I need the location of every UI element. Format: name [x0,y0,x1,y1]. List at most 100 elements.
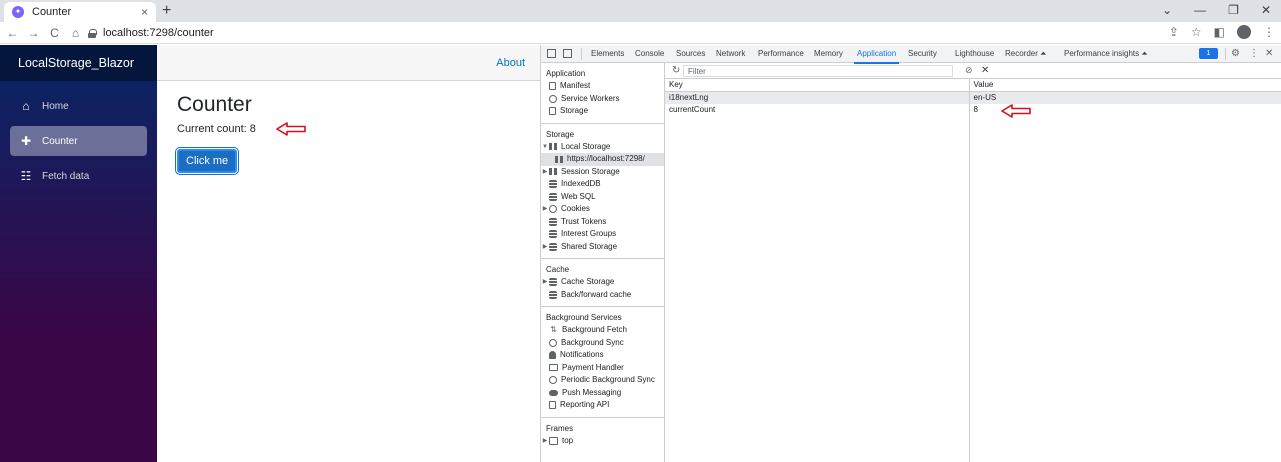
side-panel-icon[interactable]: ◧ [1214,25,1225,39]
tree-item-indexeddb[interactable]: IndexedDB [541,178,664,191]
tree-item-payment-handler[interactable]: Payment Handler [541,362,664,375]
forward-arrow-icon[interactable]: → [25,26,42,40]
minimize-button[interactable]: — [1194,3,1206,17]
key-cell[interactable]: currentCount [665,103,970,115]
sidebar: LocalStorage_Blazor ⌂ Home ✚ Counter ☷ F… [0,45,157,462]
bookmark-star-icon[interactable]: ☆ [1191,25,1202,39]
storage-view: ↻ ⊘ ✕ Key Value i18nextLng en-US current… [665,63,1281,462]
tree-item-label: Cache Storage [561,277,615,286]
tab-application[interactable]: Application [853,45,900,64]
column-header-value[interactable]: Value [969,79,1281,92]
tab-search-icon[interactable]: ⌄ [1162,3,1172,17]
share-icon[interactable]: ⇪ [1169,25,1179,39]
document-icon [549,82,556,91]
devtools-close-icon[interactable]: ✕ [1265,46,1273,62]
sidebar-item-counter[interactable]: ✚ Counter [10,126,147,156]
tree-item-interest-groups[interactable]: Interest Groups [541,228,664,241]
tree-item-background-sync[interactable]: Background Sync [541,337,664,350]
tree-item-storage[interactable]: Storage [541,105,664,118]
tree-item-session-storage[interactable]: ▶ Session Storage [541,166,664,179]
caret-right-icon[interactable]: ▶ [541,276,549,289]
tree-item-background-fetch[interactable]: ⇅ Background Fetch [541,324,664,337]
tree-item-label: Push Messaging [562,387,622,397]
tree-item-label: https://localhost:7298/ [567,154,645,163]
tree-item-push-messaging[interactable]: Push Messaging [541,387,664,400]
tab-performance-insights[interactable]: Performance insights ⏶ [1064,45,1148,63]
tab-performance[interactable]: Performance [758,45,804,63]
tab-lighthouse[interactable]: Lighthouse [955,45,994,63]
browser-menu-icon[interactable]: ⋮ [1263,25,1275,39]
delete-selected-icon[interactable]: ✕ [981,64,989,77]
browser-tabstrip: ✦ Counter × + ⌄ — ❐ ✕ [0,0,1281,22]
tree-item-shared-storage[interactable]: ▶ Shared Storage [541,241,664,254]
caret-right-icon[interactable]: ▶ [541,166,549,179]
tabbar-divider [1225,48,1226,60]
caret-right-icon[interactable]: ▶ [541,241,549,254]
count-row: Current count: 8 [177,122,520,136]
settings-gear-icon[interactable]: ⚙ [1231,46,1240,62]
caret-right-icon[interactable]: ▶ [541,435,549,448]
click-me-button[interactable]: Click me [177,149,238,173]
section-storage: Storage ▼ Local Storage https://localhost… [541,128,664,259]
tree-item-trust-tokens[interactable]: Trust Tokens [541,216,664,229]
tab-memory[interactable]: Memory [814,45,843,63]
browser-tab[interactable]: ✦ Counter × [4,2,156,22]
tab-recorder[interactable]: Recorder ⏶ [1005,45,1047,63]
tree-item-back-forward-cache[interactable]: Back/forward cache [541,289,664,302]
tab-network[interactable]: Network [716,45,745,63]
tree-item-cache-storage[interactable]: ▶ Cache Storage [541,276,664,289]
tree-item-service-workers[interactable]: Service Workers [541,93,664,106]
main-content: About Counter Current count: 8 Click me [157,45,540,462]
table-row[interactable]: currentCount 8 [665,103,1281,115]
frame-icon [549,436,558,445]
inspect-element-icon[interactable] [547,49,556,58]
caret-down-icon[interactable]: ▼ [541,141,549,154]
tab-console[interactable]: Console [635,45,664,63]
tree-item-label: Shared Storage [561,241,618,251]
tree-item-label: Storage [560,106,589,115]
tree-item-reporting-api[interactable]: Reporting API [541,399,664,412]
tree-item-local-origin[interactable]: https://localhost:7298/ [541,153,664,166]
section-title: Background Services [546,313,622,322]
sidebar-item-home[interactable]: ⌂ Home [10,91,147,121]
reload-icon[interactable]: C [46,26,63,40]
caret-right-icon[interactable]: ▶ [541,203,549,216]
close-window-button[interactable]: ✕ [1261,3,1271,17]
profile-avatar[interactable] [1237,25,1251,39]
new-tab-button[interactable]: + [162,3,171,19]
tab-elements[interactable]: Elements [591,45,624,63]
tree-item-periodic-background-sync[interactable]: Periodic Background Sync [541,374,664,387]
lock-icon[interactable] [88,28,97,38]
home-button-icon[interactable]: ⌂ [67,26,84,40]
key-cell[interactable]: i18nextLng [665,91,970,104]
column-header-key[interactable]: Key [665,79,970,92]
tree-item-top-frame[interactable]: ▶ top [541,435,664,448]
address-bar[interactable]: localhost:7298/counter [88,25,1158,41]
tree-item-cookies[interactable]: ▶ Cookies [541,203,664,216]
value-cell[interactable]: en-US [969,91,1281,104]
page-title: Counter [177,93,252,116]
tree-item-manifest[interactable]: Manifest [541,80,664,93]
tree-item-notifications[interactable]: Notifications [541,349,664,362]
tab-close-icon[interactable]: × [141,6,148,18]
sidebar-nav: ⌂ Home ✚ Counter ☷ Fetch data [0,81,157,191]
tree-item-web-sql[interactable]: Web SQL [541,191,664,204]
back-arrow-icon[interactable]: ← [4,26,21,40]
refresh-icon[interactable]: ↻ [672,64,680,77]
brand-title[interactable]: LocalStorage_Blazor [0,45,157,81]
clear-all-icon[interactable]: ⊘ [965,64,973,77]
device-toolbar-icon[interactable] [563,49,572,58]
devtools-more-icon[interactable]: ⋮ [1249,46,1259,62]
about-link[interactable]: About [496,57,525,69]
tab-sources[interactable]: Sources [676,45,705,63]
section-application: Application Manifest Service Workers Sto… [541,67,664,124]
tree-item-local-storage[interactable]: ▼ Local Storage [541,141,664,154]
filter-input[interactable] [683,65,953,77]
storage-toolbar: ↻ ⊘ ✕ [665,63,1281,79]
tab-security[interactable]: Security [908,45,937,63]
table-row[interactable]: i18nextLng en-US [665,91,1281,104]
restore-button[interactable]: ❐ [1228,3,1239,17]
sidebar-item-fetch-data[interactable]: ☷ Fetch data [10,161,147,191]
url-text[interactable]: localhost:7298/counter [103,27,214,39]
issues-badge[interactable]: 1 [1199,48,1218,59]
